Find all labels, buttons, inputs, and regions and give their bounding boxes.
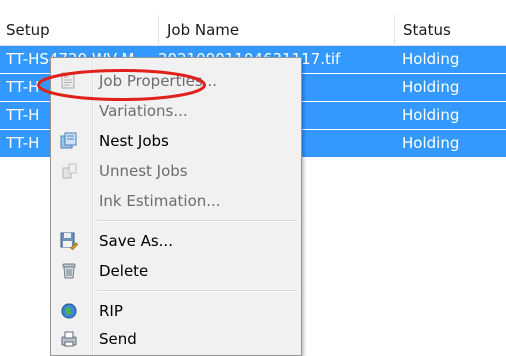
unnest-jobs-icon bbox=[60, 162, 78, 180]
rip-icon bbox=[60, 302, 78, 320]
menu-item-label: Nest Jobs bbox=[99, 132, 169, 150]
menu-item-nest-jobs[interactable]: Nest Jobs bbox=[53, 128, 299, 154]
job-properties-icon bbox=[60, 72, 78, 90]
menu-item-rip[interactable]: RIP bbox=[53, 298, 299, 324]
menu-item-ink-estimation[interactable]: Ink Estimation... bbox=[53, 188, 299, 214]
menu-item-save-as[interactable]: Save As... bbox=[53, 228, 299, 254]
menu-item-label: Job Properties... bbox=[99, 72, 218, 90]
menu-separator bbox=[97, 220, 297, 222]
cell-status: Holding bbox=[402, 78, 460, 96]
cell-status: Holding bbox=[402, 106, 460, 124]
menu-item-unnest-jobs[interactable]: Unnest Jobs bbox=[53, 158, 299, 184]
send-icon bbox=[60, 330, 78, 348]
context-menu: Job Properties... Variations... Nest Job… bbox=[50, 57, 302, 356]
menu-separator bbox=[97, 290, 297, 292]
menu-item-label: Ink Estimation... bbox=[99, 192, 221, 210]
menu-item-label: Delete bbox=[99, 262, 149, 280]
job-list-window: Setup Job Name Status TT-HS4720-WV-M 202… bbox=[0, 0, 506, 356]
cell-status: Holding bbox=[402, 134, 460, 152]
save-as-icon bbox=[60, 232, 78, 250]
menu-item-label: Send bbox=[99, 330, 137, 348]
menu-item-variations[interactable]: Variations... bbox=[53, 98, 299, 124]
column-header-status[interactable]: Status bbox=[394, 15, 506, 45]
table-header: Setup Job Name Status bbox=[0, 15, 506, 46]
column-header-status-label: Status bbox=[403, 21, 451, 39]
nest-jobs-icon bbox=[60, 132, 78, 150]
column-header-job-name-label: Job Name bbox=[167, 21, 240, 39]
menu-item-job-properties[interactable]: Job Properties... bbox=[53, 68, 299, 94]
menu-item-label: Unnest Jobs bbox=[99, 162, 188, 180]
column-header-setup-label: Setup bbox=[6, 21, 50, 39]
menu-item-label: Variations... bbox=[99, 102, 188, 120]
menu-item-send[interactable]: Send bbox=[53, 326, 299, 352]
menu-item-label: Save As... bbox=[99, 232, 173, 250]
window-top-edge bbox=[0, 0, 506, 15]
menu-item-delete[interactable]: Delete bbox=[53, 258, 299, 284]
column-header-setup[interactable]: Setup bbox=[0, 15, 158, 45]
delete-icon bbox=[60, 262, 78, 280]
column-header-job-name[interactable]: Job Name bbox=[158, 15, 394, 45]
cell-status: Holding bbox=[402, 50, 460, 68]
menu-item-label: RIP bbox=[99, 302, 123, 320]
